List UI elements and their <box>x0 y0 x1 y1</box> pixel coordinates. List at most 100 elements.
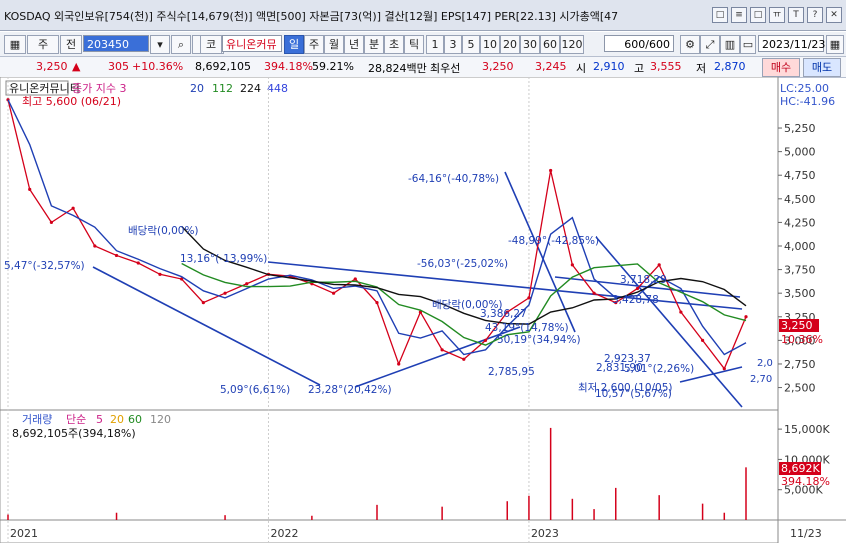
chart-annotation: 3,428,78 <box>612 294 659 306</box>
tab-day[interactable]: 일 <box>284 35 304 54</box>
price-point <box>49 220 54 225</box>
max-label: 최고 5,600 (06/21) <box>22 95 121 108</box>
interval-20[interactable]: 20 <box>500 35 520 54</box>
help-icon[interactable]: ? <box>807 7 823 23</box>
trend-value-right: 2,0 <box>757 358 773 369</box>
restore-icon[interactable]: □ <box>750 7 766 23</box>
chart-annotation: 23,28°(20,42%) <box>308 384 392 396</box>
lc-label: LC:25.00 <box>780 82 829 95</box>
volume-legend-20: 20 <box>110 413 124 426</box>
volume-legend-simple: 단순 <box>66 413 86 426</box>
list-icon[interactable]: ≡ <box>731 7 747 23</box>
chart-annotation: 13,16°(-13,99%) <box>180 253 267 265</box>
price-point <box>375 301 379 305</box>
interval-60[interactable]: 60 <box>540 35 560 54</box>
price-point <box>570 263 574 267</box>
tab-month[interactable]: 월 <box>324 35 344 54</box>
price-point <box>657 263 661 267</box>
chart-annotation: 2,785,95 <box>488 366 535 378</box>
calendar-icon[interactable]: ▭ <box>740 35 756 54</box>
legend-ma20: 20 <box>190 82 204 95</box>
legend-ma448: 448 <box>267 82 288 95</box>
chart-annotation: 3,386,27 <box>480 308 527 320</box>
tool-icon[interactable]: ⚙ <box>680 35 700 54</box>
code-input[interactable]: 203450 <box>83 35 149 52</box>
price-point <box>158 272 162 276</box>
volume-legend-5: 5 <box>96 413 103 426</box>
y-tick-label: 2,500 <box>784 382 816 395</box>
y-tick-label: 2,750 <box>784 358 816 371</box>
chart-window: KOSDAQ 외국인보유[754(천)] 주식수[14,679(천)] 액면[5… <box>0 0 846 543</box>
tab-minute[interactable]: 분 <box>364 35 384 54</box>
type-select[interactable]: 주 <box>27 35 59 54</box>
y-tick-label: 4,000 <box>784 240 816 253</box>
change-percent: +10.36% <box>132 60 184 73</box>
price-point <box>592 291 596 295</box>
interval-30[interactable]: 30 <box>520 35 540 54</box>
open-label: 시 <box>576 62 587 75</box>
pin-icon[interactable]: ㅠ <box>769 7 785 23</box>
chart-annotation: 3,718,29 <box>620 274 667 286</box>
toolbar-grid-button[interactable]: ▦ <box>4 35 26 54</box>
interval-120[interactable]: 120 <box>560 35 584 54</box>
bid-label: 최우선 <box>430 62 461 75</box>
buy-button[interactable]: 매수 <box>762 58 800 77</box>
tab-year[interactable]: 년 <box>344 35 364 54</box>
range-field[interactable]: 600/600 <box>604 35 674 52</box>
chart-annotation: 배당락(0,00%) <box>128 225 199 237</box>
window-icon[interactable]: □ <box>712 7 728 23</box>
date-picker-icon[interactable]: ▦ <box>826 35 844 54</box>
min-label: 최저 2,600 (10/05) <box>578 382 673 394</box>
tab-second[interactable]: 초 <box>384 35 404 54</box>
chart-annotation: -64,16°(-40,78%) <box>408 173 499 185</box>
tab-tick[interactable]: 틱 <box>404 35 424 54</box>
legend-ma112: 112 <box>212 82 233 95</box>
chart-annotation: 5,09°(6,61%) <box>220 384 290 396</box>
chart-annotation: 5,01°(2,26%) <box>624 363 694 375</box>
sell-button[interactable]: 매도 <box>803 58 841 77</box>
legend-ma224: 224 <box>240 82 261 95</box>
x-tick-label: 2021 <box>10 527 38 540</box>
chart-annotation: 50,19°(34,94%) <box>497 334 581 346</box>
current-price: 3,250 <box>36 60 68 73</box>
legend-price: 종가 지수 3 <box>72 82 126 95</box>
interval-1[interactable]: 1 <box>426 35 444 54</box>
price-point <box>462 357 466 361</box>
price-chart[interactable]: 유니온커뮤니티 종가 지수 3 20 112 224 448 최고 5,600 … <box>0 77 846 543</box>
text-icon[interactable]: T <box>788 7 804 23</box>
kind-button[interactable]: 코 <box>200 35 222 54</box>
window-icons: □ ≡ □ ㅠ T ? ✕ <box>712 7 842 23</box>
x-tick-label: 2022 <box>270 527 298 540</box>
price-point <box>93 244 97 248</box>
close-icon[interactable]: ✕ <box>826 7 842 23</box>
interval-5[interactable]: 5 <box>462 35 480 54</box>
chart-annotation: 5,47°(-32,57%) <box>4 260 85 272</box>
price-point <box>679 310 683 314</box>
interval-3[interactable]: 3 <box>444 35 462 54</box>
interval-10[interactable]: 10 <box>480 35 500 54</box>
y-tick-label: 5,000 <box>784 146 816 159</box>
price-point <box>700 338 705 342</box>
y-tick-label: 4,500 <box>784 193 816 206</box>
tab-week[interactable]: 주 <box>304 35 324 54</box>
amount-value: 28,824백만 <box>368 62 427 75</box>
toolbar: ▦ 주 전 203450 ▾ ⌕ ◂▾ 코 유니온커뮤 일 주 월 년 분 초 … <box>0 32 846 57</box>
quote-bar: 3,250 ▲ 305 +10.36% 8,692,105 394.18% 59… <box>0 57 846 78</box>
bar-chart-icon[interactable]: ▥ <box>720 35 740 54</box>
date-field[interactable]: 2023/11/23 <box>758 35 825 52</box>
search-icon[interactable]: ⌕ <box>171 35 191 54</box>
chart-annotation: -48,99°(-42,85%) <box>508 235 599 247</box>
zoom-icon[interactable]: ⤢ <box>700 35 720 54</box>
price-point <box>245 282 249 286</box>
volume-ratio-label: 394.18% <box>781 475 830 488</box>
prev-button[interactable]: 전 <box>60 35 82 54</box>
stock-name-field: 유니온커뮤 <box>222 35 282 52</box>
high-label: 고 <box>634 62 645 75</box>
price-point <box>114 253 119 258</box>
y-tick-label: 4,750 <box>784 169 816 182</box>
price-point <box>223 291 227 295</box>
code-dropdown-icon[interactable]: ▾ <box>150 35 170 54</box>
price-point <box>635 286 640 291</box>
hc-label: HC:-41.96 <box>780 95 835 108</box>
price-point <box>353 277 357 281</box>
